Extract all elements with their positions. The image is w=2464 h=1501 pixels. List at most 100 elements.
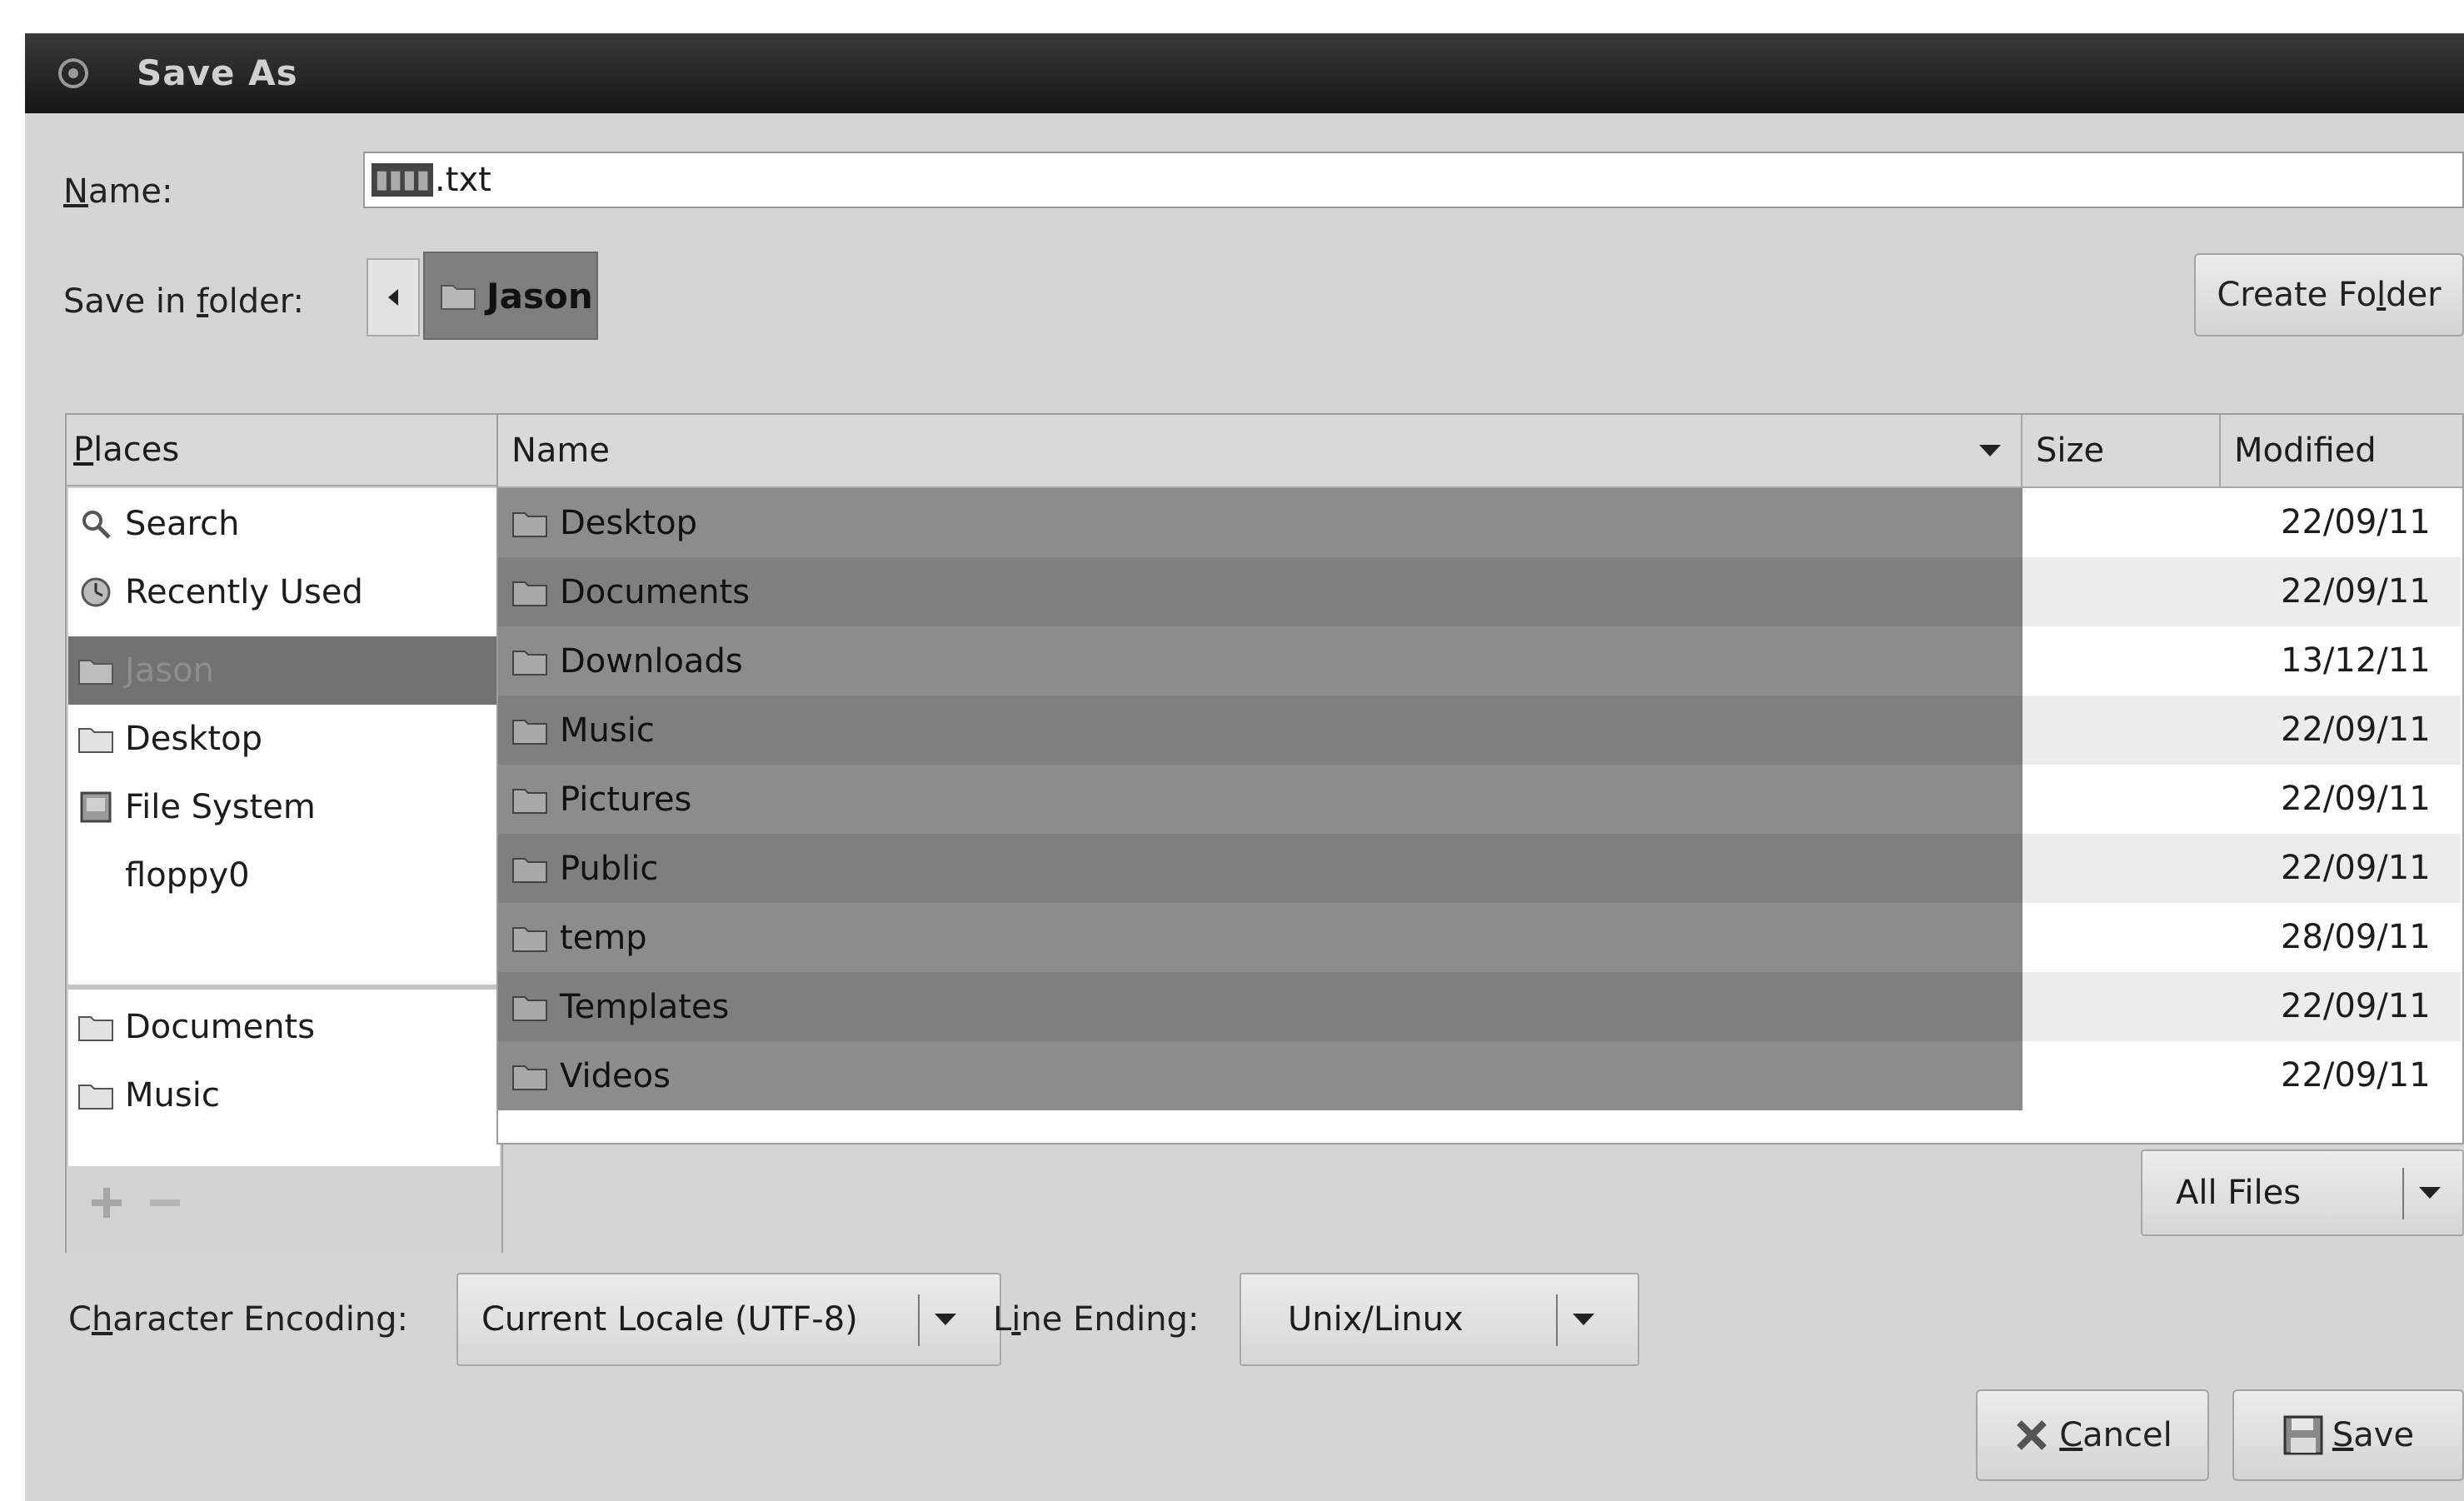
file-size-cell	[2023, 696, 2264, 765]
chevron-down-icon	[933, 1274, 958, 1364]
file-size-cell	[2023, 1041, 2264, 1110]
arrow-left-icon	[388, 289, 398, 306]
place-item-music[interactable]: Music	[68, 1061, 500, 1129]
name-field[interactable]: ▮▮▮▮ .txt	[363, 152, 2464, 208]
folder-icon	[512, 926, 547, 952]
folder-icon	[512, 581, 547, 606]
create-folder-button[interactable]: Create Fo l der	[2194, 253, 2464, 337]
add-bookmark-icon[interactable]	[88, 1184, 125, 1221]
file-row[interactable]: temp 28/09/11	[498, 903, 2462, 972]
file-name: Templates	[560, 987, 730, 1026]
file-name-cell: Videos	[498, 1041, 2023, 1110]
file-list: Name Size Modified Desktop 22/09/11 Docume…	[496, 413, 2464, 1144]
save-icon	[2283, 1415, 2323, 1455]
file-row[interactable]: Public 22/09/11	[498, 834, 2462, 903]
file-modified: 22/09/11	[2281, 503, 2431, 541]
folder-icon	[512, 857, 547, 883]
file-name: Pictures	[560, 780, 692, 819]
path-back-button[interactable]	[367, 258, 420, 337]
file-name-cell: Desktop	[498, 488, 2023, 557]
file-modified: 28/09/11	[2281, 918, 2431, 956]
file-name: Videos	[560, 1056, 671, 1095]
path-button-jason[interactable]: Jason	[423, 252, 598, 340]
place-item-jason[interactable]: Jason	[68, 636, 500, 705]
file-name: temp	[560, 918, 647, 957]
search-icon	[73, 503, 118, 545]
save-as-dialog: Save As Name: ▮▮▮▮ .txt Save in folder: …	[25, 33, 2464, 1501]
file-size-cell	[2023, 834, 2264, 903]
home-folder-icon	[73, 650, 118, 691]
folder-icon	[73, 1006, 118, 1048]
file-size-cell	[2023, 903, 2264, 972]
file-size-cell	[2023, 765, 2264, 834]
folder-icon	[512, 650, 547, 676]
column-header-name[interactable]: Name	[498, 415, 2023, 486]
place-item-floppy0[interactable]: floppy0	[68, 841, 500, 910]
window-title: Save As	[137, 52, 298, 93]
file-size-cell	[2023, 557, 2264, 626]
file-name-cell: temp	[498, 903, 2023, 972]
file-modified: 22/09/11	[2264, 972, 2461, 1041]
remove-bookmark-icon[interactable]	[147, 1184, 183, 1221]
file-name-cell: Public	[498, 834, 2023, 903]
file-row[interactable]: Documents 22/09/11	[498, 557, 2462, 626]
file-name-cell: Music	[498, 696, 2023, 765]
column-header-size[interactable]: Size	[2023, 415, 2221, 486]
path-button-label: Jason	[486, 275, 593, 317]
drive-icon	[73, 786, 118, 828]
place-item-file-system[interactable]: File System	[68, 773, 500, 841]
name-selected-text: ▮▮▮▮	[372, 163, 434, 197]
places-pane: Places Search Recently Used Jason Deskto…	[65, 413, 503, 1253]
sort-descending-icon	[1979, 445, 2001, 456]
folder-icon	[512, 511, 547, 537]
chevron-down-icon	[2417, 1151, 2442, 1234]
file-modified: 22/09/11	[2264, 834, 2461, 903]
file-modified: 22/09/11	[2264, 696, 2461, 765]
recent-icon	[73, 571, 118, 613]
folder-icon	[73, 1075, 118, 1116]
file-row[interactable]: Videos 22/09/11	[498, 1041, 2462, 1110]
title-bar: Save As	[25, 33, 2464, 113]
file-row[interactable]: Desktop 22/09/11	[498, 488, 2462, 557]
file-list-header: Name Size Modified	[498, 415, 2462, 488]
file-modified: 22/09/11	[2281, 1056, 2431, 1095]
file-row[interactable]: Downloads 13/12/11	[498, 626, 2462, 696]
save-button[interactable]: Save	[2232, 1389, 2464, 1481]
name-label: Name:	[63, 172, 173, 211]
window-menu-icon[interactable]	[57, 57, 90, 90]
places-separator	[68, 985, 500, 990]
name-extension: .txt	[435, 161, 491, 199]
file-type-filter[interactable]: All Files	[2141, 1149, 2464, 1236]
file-name-cell: Templates	[498, 972, 2023, 1041]
save-in-folder-label: Save in folder:	[63, 282, 304, 321]
place-item-documents[interactable]: Documents	[68, 993, 500, 1061]
places-header[interactable]: Places	[67, 415, 501, 486]
folder-icon	[512, 1065, 547, 1090]
line-ending-label: Line Ending:	[993, 1300, 1200, 1339]
file-size-cell	[2023, 488, 2264, 557]
place-item-recently-used[interactable]: Recently Used	[68, 558, 500, 626]
cancel-button[interactable]: Cancel	[1976, 1389, 2209, 1481]
file-name: Music	[560, 711, 655, 750]
folder-icon	[512, 719, 547, 745]
file-row[interactable]: Templates 22/09/11	[498, 972, 2462, 1041]
file-modified: 13/12/11	[2281, 641, 2431, 680]
folder-icon	[512, 995, 547, 1021]
chevron-down-icon	[1571, 1274, 1596, 1364]
cancel-icon	[2017, 1420, 2048, 1450]
place-item-search[interactable]: Search	[68, 490, 500, 558]
file-size-cell	[2023, 972, 2264, 1041]
file-name: Public	[560, 849, 659, 888]
file-row[interactable]: Pictures 22/09/11	[498, 765, 2462, 834]
folder-icon	[73, 718, 118, 760]
file-size-cell	[2023, 626, 2264, 696]
file-name-cell: Downloads	[498, 626, 2023, 696]
character-encoding-select[interactable]: Current Locale (UTF-8)	[456, 1273, 1001, 1366]
file-name: Documents	[560, 572, 751, 611]
column-header-modified[interactable]: Modified	[2221, 415, 2462, 486]
line-ending-select[interactable]: Unix/Linux	[1239, 1273, 1639, 1366]
place-item-desktop[interactable]: Desktop	[68, 705, 500, 773]
file-row[interactable]: Music 22/09/11	[498, 696, 2462, 765]
file-name: Downloads	[560, 641, 743, 681]
file-modified: 22/09/11	[2264, 557, 2461, 626]
